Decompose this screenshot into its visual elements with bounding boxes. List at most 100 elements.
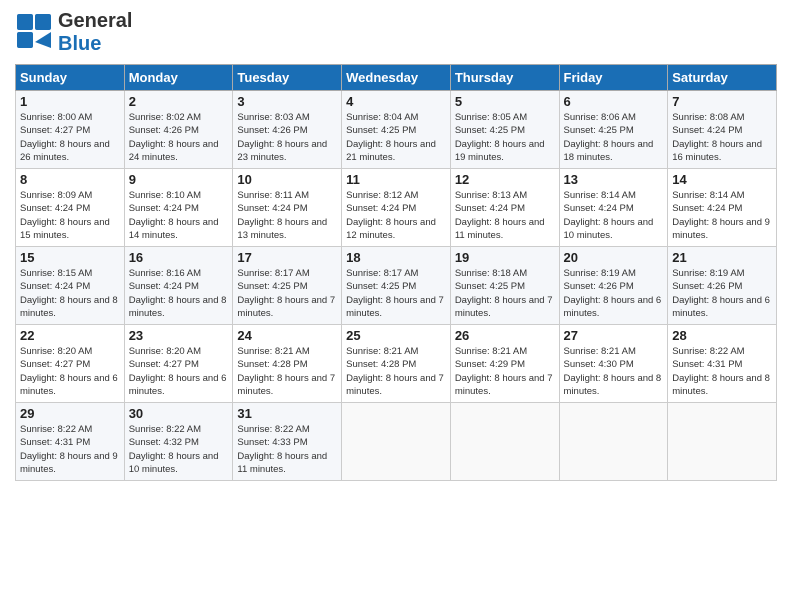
day-info: Sunrise: 8:08 AMSunset: 4:24 PMDaylight:… xyxy=(672,112,762,163)
calendar-cell: 11 Sunrise: 8:12 AMSunset: 4:24 PMDaylig… xyxy=(342,169,451,247)
calendar-cell: 21 Sunrise: 8:19 AMSunset: 4:26 PMDaylig… xyxy=(668,247,777,325)
calendar-cell: 10 Sunrise: 8:11 AMSunset: 4:24 PMDaylig… xyxy=(233,169,342,247)
day-number: 31 xyxy=(237,406,337,421)
day-number: 5 xyxy=(455,94,555,109)
day-number: 19 xyxy=(455,250,555,265)
day-number: 29 xyxy=(20,406,120,421)
day-number: 9 xyxy=(129,172,229,187)
day-number: 1 xyxy=(20,94,120,109)
calendar-cell: 27 Sunrise: 8:21 AMSunset: 4:30 PMDaylig… xyxy=(559,325,668,403)
day-number: 23 xyxy=(129,328,229,343)
day-info: Sunrise: 8:03 AMSunset: 4:26 PMDaylight:… xyxy=(237,112,327,163)
day-number: 14 xyxy=(672,172,772,187)
week-row-4: 22 Sunrise: 8:20 AMSunset: 4:27 PMDaylig… xyxy=(16,325,777,403)
day-info: Sunrise: 8:20 AMSunset: 4:27 PMDaylight:… xyxy=(20,346,118,397)
day-number: 28 xyxy=(672,328,772,343)
calendar-body: 1 Sunrise: 8:00 AMSunset: 4:27 PMDayligh… xyxy=(16,91,777,481)
day-info: Sunrise: 8:12 AMSunset: 4:24 PMDaylight:… xyxy=(346,190,436,241)
day-number: 16 xyxy=(129,250,229,265)
day-info: Sunrise: 8:13 AMSunset: 4:24 PMDaylight:… xyxy=(455,190,545,241)
day-number: 3 xyxy=(237,94,337,109)
day-info: Sunrise: 8:02 AMSunset: 4:26 PMDaylight:… xyxy=(129,112,219,163)
logo-icon xyxy=(15,12,53,55)
calendar-cell: 2 Sunrise: 8:02 AMSunset: 4:26 PMDayligh… xyxy=(124,91,233,169)
calendar-cell: 6 Sunrise: 8:06 AMSunset: 4:25 PMDayligh… xyxy=(559,91,668,169)
calendar-cell: 24 Sunrise: 8:21 AMSunset: 4:28 PMDaylig… xyxy=(233,325,342,403)
weekday-header-row: SundayMondayTuesdayWednesdayThursdayFrid… xyxy=(16,65,777,91)
day-info: Sunrise: 8:09 AMSunset: 4:24 PMDaylight:… xyxy=(20,190,110,241)
day-number: 10 xyxy=(237,172,337,187)
calendar-cell: 3 Sunrise: 8:03 AMSunset: 4:26 PMDayligh… xyxy=(233,91,342,169)
day-info: Sunrise: 8:17 AMSunset: 4:25 PMDaylight:… xyxy=(237,268,335,319)
logo: General Blue xyxy=(15,10,132,56)
day-number: 12 xyxy=(455,172,555,187)
day-info: Sunrise: 8:19 AMSunset: 4:26 PMDaylight:… xyxy=(564,268,662,319)
day-info: Sunrise: 8:22 AMSunset: 4:31 PMDaylight:… xyxy=(20,424,118,475)
calendar-cell: 31 Sunrise: 8:22 AMSunset: 4:33 PMDaylig… xyxy=(233,403,342,481)
day-info: Sunrise: 8:04 AMSunset: 4:25 PMDaylight:… xyxy=(346,112,436,163)
day-number: 26 xyxy=(455,328,555,343)
day-number: 6 xyxy=(564,94,664,109)
day-number: 25 xyxy=(346,328,446,343)
day-info: Sunrise: 8:10 AMSunset: 4:24 PMDaylight:… xyxy=(129,190,219,241)
calendar-cell xyxy=(450,403,559,481)
day-info: Sunrise: 8:05 AMSunset: 4:25 PMDaylight:… xyxy=(455,112,545,163)
weekday-header-saturday: Saturday xyxy=(668,65,777,91)
weekday-header-tuesday: Tuesday xyxy=(233,65,342,91)
day-number: 20 xyxy=(564,250,664,265)
day-number: 13 xyxy=(564,172,664,187)
day-info: Sunrise: 8:21 AMSunset: 4:28 PMDaylight:… xyxy=(346,346,444,397)
calendar-cell: 26 Sunrise: 8:21 AMSunset: 4:29 PMDaylig… xyxy=(450,325,559,403)
calendar-cell: 30 Sunrise: 8:22 AMSunset: 4:32 PMDaylig… xyxy=(124,403,233,481)
calendar-cell: 16 Sunrise: 8:16 AMSunset: 4:24 PMDaylig… xyxy=(124,247,233,325)
day-number: 17 xyxy=(237,250,337,265)
day-number: 4 xyxy=(346,94,446,109)
calendar-cell: 14 Sunrise: 8:14 AMSunset: 4:24 PMDaylig… xyxy=(668,169,777,247)
calendar-cell xyxy=(668,403,777,481)
week-row-1: 1 Sunrise: 8:00 AMSunset: 4:27 PMDayligh… xyxy=(16,91,777,169)
day-number: 7 xyxy=(672,94,772,109)
calendar-cell xyxy=(559,403,668,481)
calendar-cell: 25 Sunrise: 8:21 AMSunset: 4:28 PMDaylig… xyxy=(342,325,451,403)
calendar-table: SundayMondayTuesdayWednesdayThursdayFrid… xyxy=(15,64,777,481)
day-number: 2 xyxy=(129,94,229,109)
weekday-header-sunday: Sunday xyxy=(16,65,125,91)
day-info: Sunrise: 8:15 AMSunset: 4:24 PMDaylight:… xyxy=(20,268,118,319)
header: General Blue xyxy=(15,10,777,56)
calendar-cell: 7 Sunrise: 8:08 AMSunset: 4:24 PMDayligh… xyxy=(668,91,777,169)
calendar-cell xyxy=(342,403,451,481)
day-info: Sunrise: 8:14 AMSunset: 4:24 PMDaylight:… xyxy=(564,190,654,241)
day-info: Sunrise: 8:22 AMSunset: 4:32 PMDaylight:… xyxy=(129,424,219,475)
logo-text: General Blue xyxy=(58,10,132,56)
calendar-cell: 18 Sunrise: 8:17 AMSunset: 4:25 PMDaylig… xyxy=(342,247,451,325)
day-number: 8 xyxy=(20,172,120,187)
day-info: Sunrise: 8:19 AMSunset: 4:26 PMDaylight:… xyxy=(672,268,770,319)
weekday-header-thursday: Thursday xyxy=(450,65,559,91)
calendar-cell: 15 Sunrise: 8:15 AMSunset: 4:24 PMDaylig… xyxy=(16,247,125,325)
day-info: Sunrise: 8:22 AMSunset: 4:31 PMDaylight:… xyxy=(672,346,770,397)
day-info: Sunrise: 8:21 AMSunset: 4:29 PMDaylight:… xyxy=(455,346,553,397)
calendar-cell: 5 Sunrise: 8:05 AMSunset: 4:25 PMDayligh… xyxy=(450,91,559,169)
calendar-cell: 1 Sunrise: 8:00 AMSunset: 4:27 PMDayligh… xyxy=(16,91,125,169)
calendar-cell: 29 Sunrise: 8:22 AMSunset: 4:31 PMDaylig… xyxy=(16,403,125,481)
day-info: Sunrise: 8:00 AMSunset: 4:27 PMDaylight:… xyxy=(20,112,110,163)
week-row-3: 15 Sunrise: 8:15 AMSunset: 4:24 PMDaylig… xyxy=(16,247,777,325)
week-row-2: 8 Sunrise: 8:09 AMSunset: 4:24 PMDayligh… xyxy=(16,169,777,247)
day-number: 21 xyxy=(672,250,772,265)
day-number: 11 xyxy=(346,172,446,187)
calendar-cell: 13 Sunrise: 8:14 AMSunset: 4:24 PMDaylig… xyxy=(559,169,668,247)
calendar-cell: 23 Sunrise: 8:20 AMSunset: 4:27 PMDaylig… xyxy=(124,325,233,403)
calendar-cell: 9 Sunrise: 8:10 AMSunset: 4:24 PMDayligh… xyxy=(124,169,233,247)
day-number: 24 xyxy=(237,328,337,343)
day-info: Sunrise: 8:06 AMSunset: 4:25 PMDaylight:… xyxy=(564,112,654,163)
day-info: Sunrise: 8:17 AMSunset: 4:25 PMDaylight:… xyxy=(346,268,444,319)
day-info: Sunrise: 8:21 AMSunset: 4:28 PMDaylight:… xyxy=(237,346,335,397)
calendar-cell: 28 Sunrise: 8:22 AMSunset: 4:31 PMDaylig… xyxy=(668,325,777,403)
day-info: Sunrise: 8:16 AMSunset: 4:24 PMDaylight:… xyxy=(129,268,227,319)
calendar-cell: 20 Sunrise: 8:19 AMSunset: 4:26 PMDaylig… xyxy=(559,247,668,325)
calendar-cell: 12 Sunrise: 8:13 AMSunset: 4:24 PMDaylig… xyxy=(450,169,559,247)
calendar-cell: 19 Sunrise: 8:18 AMSunset: 4:25 PMDaylig… xyxy=(450,247,559,325)
day-number: 22 xyxy=(20,328,120,343)
weekday-header-wednesday: Wednesday xyxy=(342,65,451,91)
day-number: 15 xyxy=(20,250,120,265)
